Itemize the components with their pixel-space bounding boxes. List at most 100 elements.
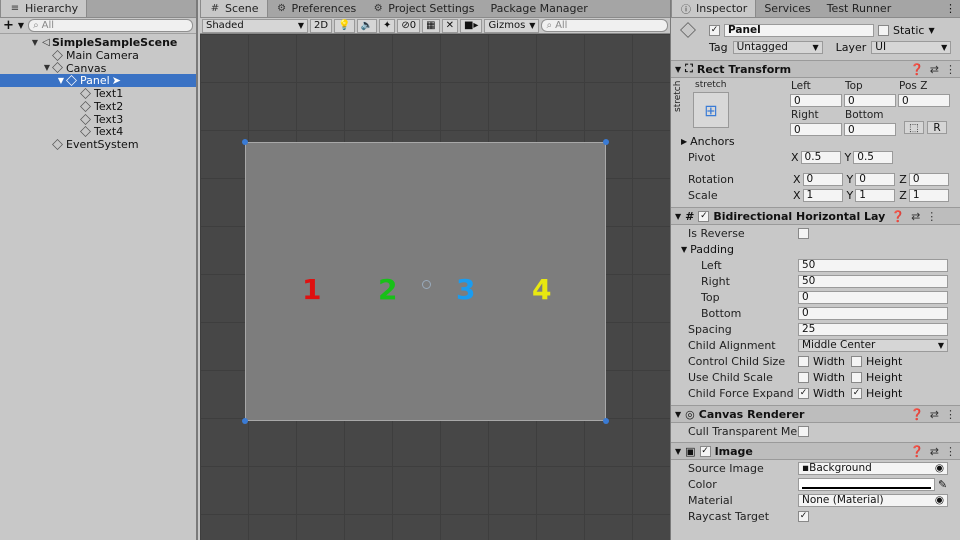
tag-dropdown[interactable]: Untagged ▼	[732, 40, 823, 54]
is-reverse-checkbox[interactable]	[798, 227, 809, 239]
rotation-x-field[interactable]: 0	[802, 172, 843, 186]
left-field[interactable]: 0	[790, 94, 842, 107]
rotation-z-field[interactable]: 0	[908, 172, 949, 186]
tree-item-text3[interactable]: Text3	[0, 113, 196, 126]
padding-top-field[interactable]: 0	[798, 290, 948, 304]
hierarchy-search-input[interactable]: ⌕ All	[28, 19, 193, 32]
tab-project-settings[interactable]: ⚙ Project Settings	[364, 0, 482, 17]
object-picker-icon[interactable]: ◉	[935, 494, 944, 506]
effects-toggle-button[interactable]: ✦	[378, 18, 396, 33]
layer-dropdown[interactable]: UI ▼	[871, 40, 952, 54]
color-field[interactable]	[798, 477, 935, 491]
text1-number[interactable]: 1	[302, 273, 321, 306]
text2-number[interactable]: 2	[378, 273, 397, 306]
anchors-foldout[interactable]: ▶ Anchors	[671, 134, 960, 149]
pivot-icon[interactable]	[422, 280, 431, 289]
tab-inspector[interactable]: ⓘ Inspector	[671, 0, 757, 17]
audio-toggle-button[interactable]: 🔈	[356, 18, 377, 33]
help-icon[interactable]: ❓	[891, 210, 905, 223]
source-image-field[interactable]: ▪Background ◉	[798, 461, 948, 475]
padding-left-field[interactable]: 50	[798, 258, 948, 272]
collapse-arrow-icon[interactable]: ▼	[675, 212, 681, 221]
lighting-toggle-button[interactable]: 💡	[334, 18, 355, 33]
text4-number[interactable]: 4	[532, 273, 551, 306]
control-width-checkbox[interactable]	[798, 355, 809, 367]
image-component-header[interactable]: ▼ ▣ ✓ Image ❓ ⇄ ⋮	[671, 442, 960, 460]
tree-item-text4[interactable]: Text4	[0, 125, 196, 138]
grid-toggle-button[interactable]: ▦	[422, 18, 440, 33]
expand-arrow-icon[interactable]: ▼	[42, 63, 52, 72]
help-icon[interactable]: ❓	[910, 408, 924, 421]
rect-handle-top-left[interactable]	[242, 139, 248, 145]
object-name-field[interactable]: Panel	[724, 23, 874, 37]
right-field[interactable]: 0	[790, 123, 842, 136]
layout-component-header[interactable]: ▼ # ✓ Bidirectional Horizontal Layout ❓⇄…	[671, 207, 960, 225]
rotation-y-field[interactable]: 0	[855, 172, 896, 186]
tree-item-canvas[interactable]: ▼ Canvas	[0, 62, 196, 75]
tab-scene[interactable]: # Scene	[200, 0, 268, 17]
tab-test-runner[interactable]: Test Runner	[819, 0, 900, 17]
tree-item-text2[interactable]: Text2	[0, 100, 196, 113]
hidden-objects-button[interactable]: ⊘ 0	[397, 18, 421, 33]
tab-services[interactable]: Services	[756, 0, 818, 17]
add-button[interactable]: +	[3, 18, 14, 33]
scale-y-field[interactable]: 1	[855, 188, 896, 202]
pivot-x-field[interactable]: 0.5	[800, 150, 841, 164]
anchor-presets-button[interactable]: ⊞	[693, 92, 729, 128]
expand-width-checkbox[interactable]: ✓	[798, 387, 809, 399]
padding-right-field[interactable]: 50	[798, 274, 948, 288]
more-menu-icon[interactable]: ⋮	[945, 0, 960, 17]
panel-rect[interactable]: 1 2 3 4	[242, 139, 609, 424]
posz-field[interactable]: 0	[898, 94, 950, 107]
expand-height-checkbox[interactable]: ✓	[850, 387, 862, 399]
child-alignment-dropdown[interactable]: Middle Center ▼	[798, 338, 948, 352]
top-field[interactable]: 0	[844, 94, 896, 107]
pivot-y-field[interactable]: 0.5	[853, 150, 894, 164]
padding-bottom-field[interactable]: 0	[798, 306, 948, 320]
expand-arrow-icon[interactable]: ▼	[56, 76, 66, 85]
more-menu-icon[interactable]: ⋮	[945, 63, 956, 76]
rect-transform-header[interactable]: ▼ ⛶ Rect Transform ❓ ⇄ ⋮	[671, 60, 960, 78]
material-field[interactable]: None (Material) ◉	[798, 493, 948, 507]
chevron-down-icon[interactable]: ▼	[18, 21, 24, 30]
scene-viewport[interactable]: 1 2 3 4	[200, 34, 670, 540]
help-icon[interactable]: ❓	[910, 63, 924, 76]
cull-transparent-checkbox[interactable]	[798, 425, 809, 437]
tab-preferences[interactable]: ⚙ Preferences	[268, 0, 365, 17]
expand-arrow-icon[interactable]: ▼	[30, 38, 40, 47]
raw-edit-button[interactable]: R	[927, 121, 947, 134]
text3-number[interactable]: 3	[456, 273, 475, 306]
scale-width-checkbox[interactable]	[798, 371, 809, 383]
scale-height-checkbox[interactable]	[850, 371, 862, 383]
collapse-arrow-icon[interactable]: ▼	[675, 447, 681, 456]
scene-search-input[interactable]: ⌕ All	[541, 19, 668, 32]
image-enabled-checkbox[interactable]: ✓	[699, 445, 711, 457]
preset-icon[interactable]: ⇄	[930, 408, 939, 421]
preset-icon[interactable]: ⇄	[930, 445, 939, 458]
tree-item-text1[interactable]: Text1	[0, 87, 196, 100]
layout-enabled-checkbox[interactable]: ✓	[698, 210, 710, 222]
rect-handle-top-right[interactable]	[603, 139, 609, 145]
rect-handle-bottom-left[interactable]	[242, 418, 248, 424]
raycast-target-checkbox[interactable]: ✓	[798, 510, 809, 522]
more-menu-icon[interactable]: ⋮	[945, 445, 956, 458]
more-menu-icon[interactable]: ⋮	[945, 408, 956, 421]
preset-icon[interactable]: ⇄	[911, 210, 920, 223]
scale-x-field[interactable]: 1	[802, 188, 843, 202]
tab-package-manager[interactable]: Package Manager	[483, 0, 596, 17]
chevron-down-icon[interactable]: ▼	[928, 26, 934, 35]
collapse-arrow-icon[interactable]: ▼	[675, 410, 681, 419]
more-menu-icon[interactable]: ⋮	[926, 210, 937, 223]
object-picker-icon[interactable]: ◉	[935, 462, 944, 474]
blueprint-mode-button[interactable]: ⬚	[904, 121, 924, 134]
tree-item-eventsystem[interactable]: EventSystem	[0, 138, 196, 151]
static-checkbox[interactable]	[878, 24, 889, 36]
gizmos-dropdown[interactable]: Gizmos ▼	[484, 18, 540, 33]
shading-mode-dropdown[interactable]: Shaded ▼	[202, 18, 308, 33]
tree-item-main-camera[interactable]: Main Camera	[0, 49, 196, 62]
bottom-field[interactable]: 0	[844, 123, 896, 136]
help-icon[interactable]: ❓	[910, 445, 924, 458]
rect-handle-bottom-right[interactable]	[603, 418, 609, 424]
canvas-renderer-header[interactable]: ▼ ◎ Canvas Renderer ❓ ⇄ ⋮	[671, 405, 960, 423]
preset-icon[interactable]: ⇄	[930, 63, 939, 76]
